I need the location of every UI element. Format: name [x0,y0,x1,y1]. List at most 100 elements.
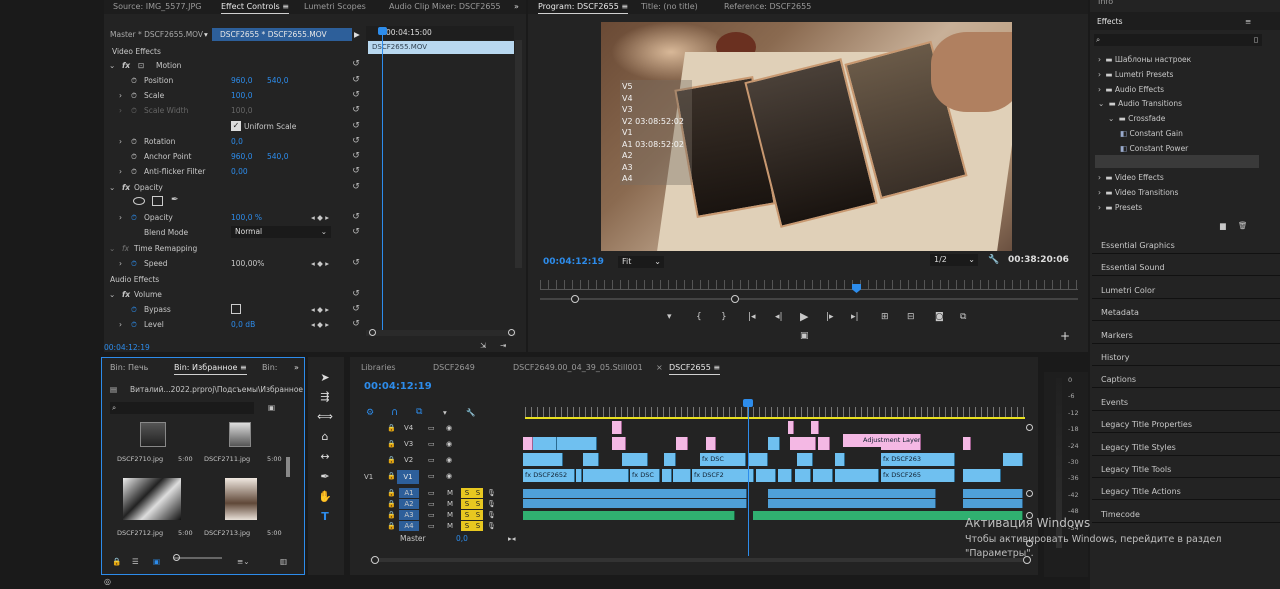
a2-clip[interactable] [523,499,747,508]
v1-clip[interactable] [583,469,629,482]
v1-clip[interactable] [795,469,811,482]
track-select-tool-icon[interactable]: ⇶ [316,389,334,405]
track-label[interactable]: A3 [399,510,419,520]
voice-over-icon[interactable]: 🎙 [487,510,496,520]
voice-over-icon[interactable]: 🎙 [487,499,496,509]
tab-audio-clip-mixer[interactable]: Audio Clip Mixer: DSCF2655 [389,0,501,14]
v1-clip[interactable] [778,469,792,482]
tab-source[interactable]: Source: IMG_5577.JPG [113,0,201,14]
nest-icon[interactable]: ⚙ [366,407,374,420]
track-label[interactable]: A2 [399,499,419,509]
effects-tree-item[interactable]: › ▬ Video Effects [1098,171,1164,184]
add-button-icon[interactable]: + [1060,330,1070,343]
expand-icon[interactable]: › [119,104,122,117]
reset-icon[interactable]: ↺ [351,289,361,299]
effects-tree-item[interactable]: › ▬ Audio Effects [1098,83,1164,96]
play-clip-icon[interactable]: ▶ [354,28,360,41]
fx-icon[interactable]: fx [122,181,130,194]
panel-overflow-icon[interactable]: » [294,361,299,375]
tab-lumetri-scopes[interactable]: Lumetri Scopes [304,0,366,14]
ec-clip-bar[interactable]: DSCF2655.MOV [368,41,514,54]
track-label[interactable]: A1 [399,488,419,498]
tab-program[interactable]: Program: DSCF2655 ≡ [538,0,629,14]
expand-icon[interactable]: › [119,165,122,178]
program-ruler[interactable] [540,280,1078,290]
reset-icon[interactable]: ↺ [351,59,361,69]
hand-tool-icon[interactable]: ✋ [316,489,334,505]
settings-icon[interactable]: ⇥ [500,339,506,352]
thumbnail-dscf2711[interactable] [229,422,251,447]
v3-clip[interactable] [768,437,780,450]
lock-icon[interactable]: 🔒 [387,499,396,509]
status-icon[interactable]: ◎ [104,577,111,586]
speed-value[interactable]: 100,00% [231,257,264,270]
v2-clip[interactable] [748,453,768,466]
ec-playhead[interactable] [382,28,383,334]
scroll-handle[interactable] [371,556,379,564]
lock-icon[interactable]: 🔒 [387,510,396,520]
v2-clip[interactable] [835,453,845,466]
eye-icon[interactable]: ◉ [446,455,452,465]
mute-button[interactable]: M [447,510,453,520]
timeline-settings-icon[interactable]: 🔧 [466,406,475,419]
uniform-scale-checkbox[interactable]: ✓ [231,121,241,131]
step-back-icon[interactable]: ◂| [775,311,783,324]
rectangle-mask-icon[interactable] [152,196,163,206]
solo-button[interactable]: S [473,488,483,498]
export-frame-icon[interactable]: ⇲ [480,339,486,352]
lock-icon[interactable]: 🔒 [387,521,396,531]
dock-panel-tab[interactable]: Essential Graphics [1101,239,1175,253]
selection-tool-icon[interactable]: ➤ [316,370,334,386]
camera-icon[interactable]: ◙ [935,311,944,324]
dock-panel-tab[interactable]: Legacy Title Properties [1101,418,1192,432]
a2-clip[interactable] [963,499,1023,508]
v2-clip[interactable] [797,453,813,466]
dock-panel-tab[interactable]: Captions [1101,373,1136,387]
tab-title[interactable]: Title: (no title) [641,0,698,14]
keyframe-nav-icon[interactable]: ◂ ◆ ▸ [311,303,329,316]
list-view-icon[interactable]: ☰ [132,555,139,568]
dock-panel-tab[interactable]: Legacy Title Actions [1101,485,1181,499]
type-tool-icon[interactable]: T [316,509,334,525]
sync-lock-icon[interactable]: ▭ [428,423,435,433]
reset-icon[interactable]: ↺ [351,166,361,176]
v1-clip[interactable] [756,469,776,482]
v1-clip[interactable] [963,469,1001,482]
keyframe-nav-icon[interactable]: ◂ ◆ ▸ [311,318,329,331]
anchor-x-value[interactable]: 960,0 [231,150,252,163]
track-label[interactable]: V4 [404,423,413,433]
stopwatch-icon[interactable]: ⏱ [131,89,137,102]
solo-button[interactable]: S [461,499,473,509]
blend-mode-select[interactable]: Normal ⌄ [231,226,331,238]
stopwatch-icon[interactable]: ⏱ [131,135,137,148]
stopwatch-icon[interactable]: ⏱ [131,318,137,331]
v1-clip[interactable]: fx DSCF2 [692,469,754,482]
zoom-slider[interactable] [174,557,222,559]
play-icon[interactable]: ▶ [800,310,808,323]
panel-menu-icon[interactable]: ≡ [1245,15,1251,28]
track-label[interactable]: V2 [404,455,413,465]
track-label[interactable]: A4 [399,521,419,531]
sync-lock-icon[interactable]: ▭ [428,488,435,498]
position-y-value[interactable]: 540,0 [267,74,288,87]
tab-sequence-dscf2655[interactable]: DSCF2655 ≡ [669,361,721,375]
tab-bin-izbrannoe[interactable]: Bin: Избранное ≡ [174,361,247,375]
tab-sequence-dscf2649[interactable]: DSCF2649 [433,361,475,375]
v3-clip[interactable] [706,437,716,450]
v-scroll-handle[interactable] [1026,490,1033,497]
zoom-slider-handle[interactable] [173,554,180,561]
a1-clip[interactable] [523,489,747,498]
dock-panel-tab[interactable]: Metadata [1101,306,1139,320]
stopwatch-icon[interactable]: ⏱ [131,150,137,163]
voice-over-icon[interactable]: 🎙 [487,521,496,531]
mute-button[interactable]: M [447,521,453,531]
v4-clip[interactable] [612,421,622,434]
razor-tool-icon[interactable]: ⌂ [316,429,334,445]
tab-effect-controls[interactable]: Effect Controls ≡ [221,0,289,14]
effects-tree-item[interactable]: ⌄ ▬ Crossfade [1108,112,1165,125]
fit-select[interactable]: Fit ⌄ [618,256,664,268]
keyframe-nav-icon[interactable]: ◂ ◆ ▸ [311,257,329,270]
effects-tree-item[interactable]: › ▬ Presets [1098,201,1142,214]
anti-flicker-value[interactable]: 0,00 [231,165,248,178]
v3-clip[interactable] [676,437,688,450]
